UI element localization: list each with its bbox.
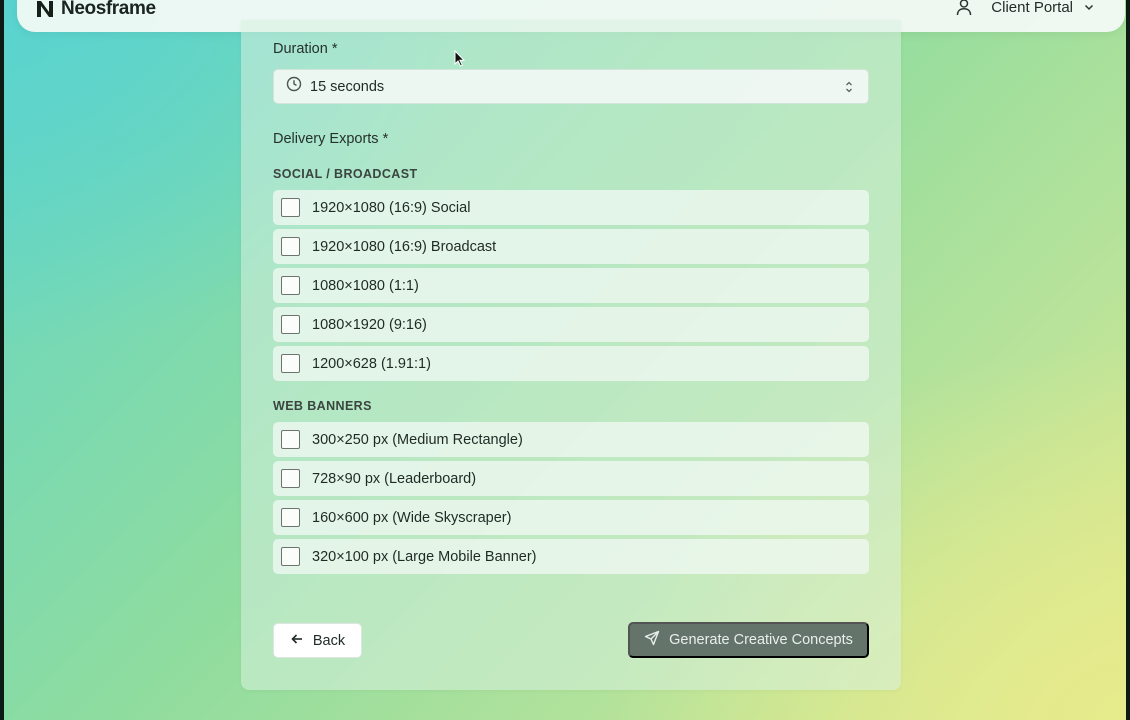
generate-concepts-button[interactable]: Generate Creative Concepts [628,622,869,658]
delivery-exports-label: Delivery Exports * [273,131,389,147]
user-icon [955,0,973,16]
duration-select[interactable]: 15 seconds [273,69,869,104]
export-option[interactable]: 1920×1080 (16:9) Social [273,190,869,225]
duration-label: Duration * [273,41,338,57]
brand-logo[interactable]: Neosframe [35,0,156,20]
export-option-label: 1080×1920 (9:16) [312,316,427,333]
chevron-down-icon [1083,1,1095,13]
arrow-left-icon [290,632,304,650]
export-checkbox[interactable] [281,469,300,488]
export-option[interactable]: 1080×1920 (9:16) [273,307,869,342]
send-icon [644,630,660,650]
export-option[interactable]: 300×250 px (Medium Rectangle) [273,422,869,457]
account-label: Client Portal [991,0,1073,16]
window-edge-left [0,0,4,720]
export-option-label: 320×100 px (Large Mobile Banner) [312,548,537,565]
export-checkbox[interactable] [281,315,300,334]
export-checkbox[interactable] [281,276,300,295]
export-option[interactable]: 1080×1080 (1:1) [273,268,869,303]
duration-value: 15 seconds [310,78,385,95]
clock-icon [286,76,302,97]
brand-mark-icon [37,1,53,17]
group-title-social: SOCIAL / BROADCAST [273,167,418,181]
back-button-label: Back [312,632,346,649]
export-checkbox[interactable] [281,547,300,566]
project-form-card: Duration * 15 seconds Delivery Exports *… [241,20,901,690]
mouse-pointer-icon [454,49,466,72]
export-option-label: 1920×1080 (16:9) Social [312,199,471,216]
window-edge-right [1126,0,1130,720]
export-checkbox[interactable] [281,354,300,373]
group-title-web-banners: WEB BANNERS [273,399,372,413]
export-option[interactable]: 1920×1080 (16:9) Broadcast [273,229,869,264]
brand-name: Neosframe [61,0,156,19]
export-option-label: 1920×1080 (16:9) Broadcast [312,238,497,255]
export-checkbox[interactable] [281,508,300,527]
export-option[interactable]: 160×600 px (Wide Skyscraper) [273,500,869,535]
account-menu[interactable]: Client Portal [955,0,1095,16]
export-option-label: 160×600 px (Wide Skyscraper) [312,509,512,526]
export-checkbox[interactable] [281,237,300,256]
export-checkbox[interactable] [281,430,300,449]
export-option[interactable]: 728×90 px (Leaderboard) [273,461,869,496]
export-option-label: 300×250 px (Medium Rectangle) [312,431,523,448]
back-button[interactable]: Back [273,623,362,658]
export-option[interactable]: 1200×628 (1.91:1) [273,346,869,381]
export-option[interactable]: 320×100 px (Large Mobile Banner) [273,539,869,574]
export-option-label: 1200×628 (1.91:1) [312,355,431,372]
generate-button-label: Generate Creative Concepts [669,632,853,648]
export-option-label: 728×90 px (Leaderboard) [312,470,477,487]
export-checkbox[interactable] [281,198,300,217]
export-option-label: 1080×1080 (1:1) [312,277,419,294]
chevrons-up-down-icon [844,80,854,99]
